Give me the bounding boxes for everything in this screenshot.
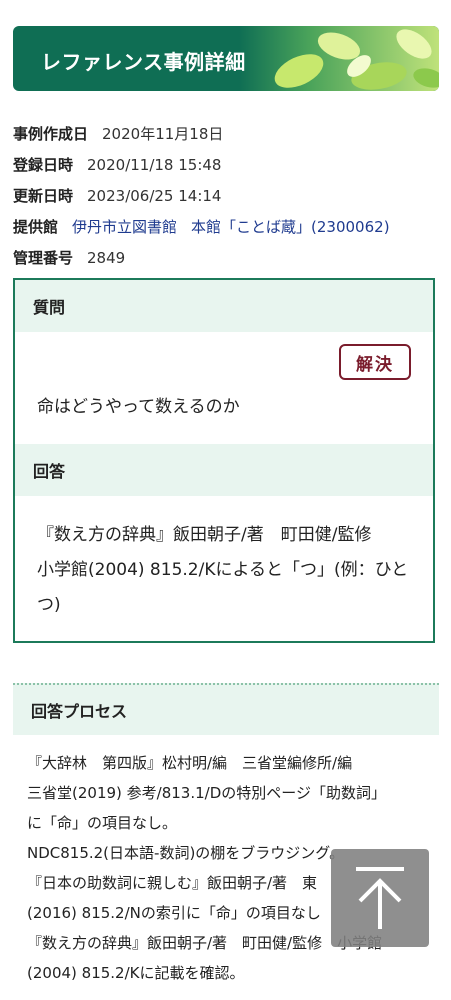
page-title: レファレンス事例詳細	[41, 50, 246, 74]
meta-updated: 更新日時 2023/06/25 14:14	[13, 180, 443, 211]
meta-updated-value: 2023/06/25 14:14	[87, 186, 222, 205]
meta-updated-label: 更新日時	[13, 187, 74, 205]
meta-registered-value: 2020/11/18 15:48	[87, 155, 222, 174]
qa-panel: 質問 解決 命はどうやって数えるのか 回答 『数え方の辞典』飯田朝子/著 町田健…	[13, 278, 435, 643]
meta-provider: 提供館 伊丹市立図書館 本館「ことば蔵」(2300062)	[13, 211, 443, 242]
question-text: 命はどうやって数えるのか	[37, 397, 240, 417]
meta-provider-label: 提供館	[13, 218, 59, 236]
meta-registered: 登録日時 2020/11/18 15:48	[13, 149, 443, 180]
meta-created-label: 事例作成日	[13, 125, 89, 143]
question-body: 解決 命はどうやって数えるのか	[15, 332, 433, 444]
arrow-up-icon	[356, 867, 404, 929]
leaves-decoration	[239, 26, 439, 91]
meta-created-value: 2020年11月18日	[102, 125, 224, 143]
answer-line: 『数え方の辞典』飯田朝子/著 町田健/監修	[37, 525, 372, 545]
provider-branch-link[interactable]: 本館「ことば蔵」(2300062)	[191, 216, 390, 237]
question-heading: 質問	[15, 280, 433, 332]
meta-id-label: 管理番号	[13, 249, 74, 267]
answer-heading: 回答	[15, 444, 433, 496]
process-heading: 回答プロセス	[13, 683, 439, 735]
page-banner: レファレンス事例詳細	[13, 26, 439, 91]
meta-registered-label: 登録日時	[13, 156, 74, 174]
process-line: 『大辞林 第四版』松村明/編 三省堂編修所/編	[27, 754, 353, 772]
meta-created: 事例作成日 2020年11月18日	[13, 118, 443, 149]
provider-library-link[interactable]: 伊丹市立図書館	[72, 216, 177, 237]
meta-id: 管理番号 2849	[13, 242, 443, 273]
process-line: (2004) 815.2/Kに記載を確認。	[27, 964, 245, 982]
answer-line: 小学館(2004) 815.2/Kによると「つ」(例：ひと	[37, 560, 409, 580]
status-badge: 解決	[339, 344, 411, 380]
answer-line: つ)	[37, 595, 61, 615]
answer-body: 『数え方の辞典』飯田朝子/著 町田健/監修 小学館(2004) 815.2/Kに…	[15, 496, 433, 623]
process-line: 三省堂(2019) 参考/813.1/Dの特別ページ「助数詞」	[27, 784, 386, 802]
scroll-top-button[interactable]	[331, 849, 429, 947]
process-line: に「命」の項目なし。	[27, 814, 178, 832]
case-meta: 事例作成日 2020年11月18日 登録日時 2020/11/18 15:48 …	[13, 118, 443, 273]
meta-id-value: 2849	[87, 248, 126, 267]
